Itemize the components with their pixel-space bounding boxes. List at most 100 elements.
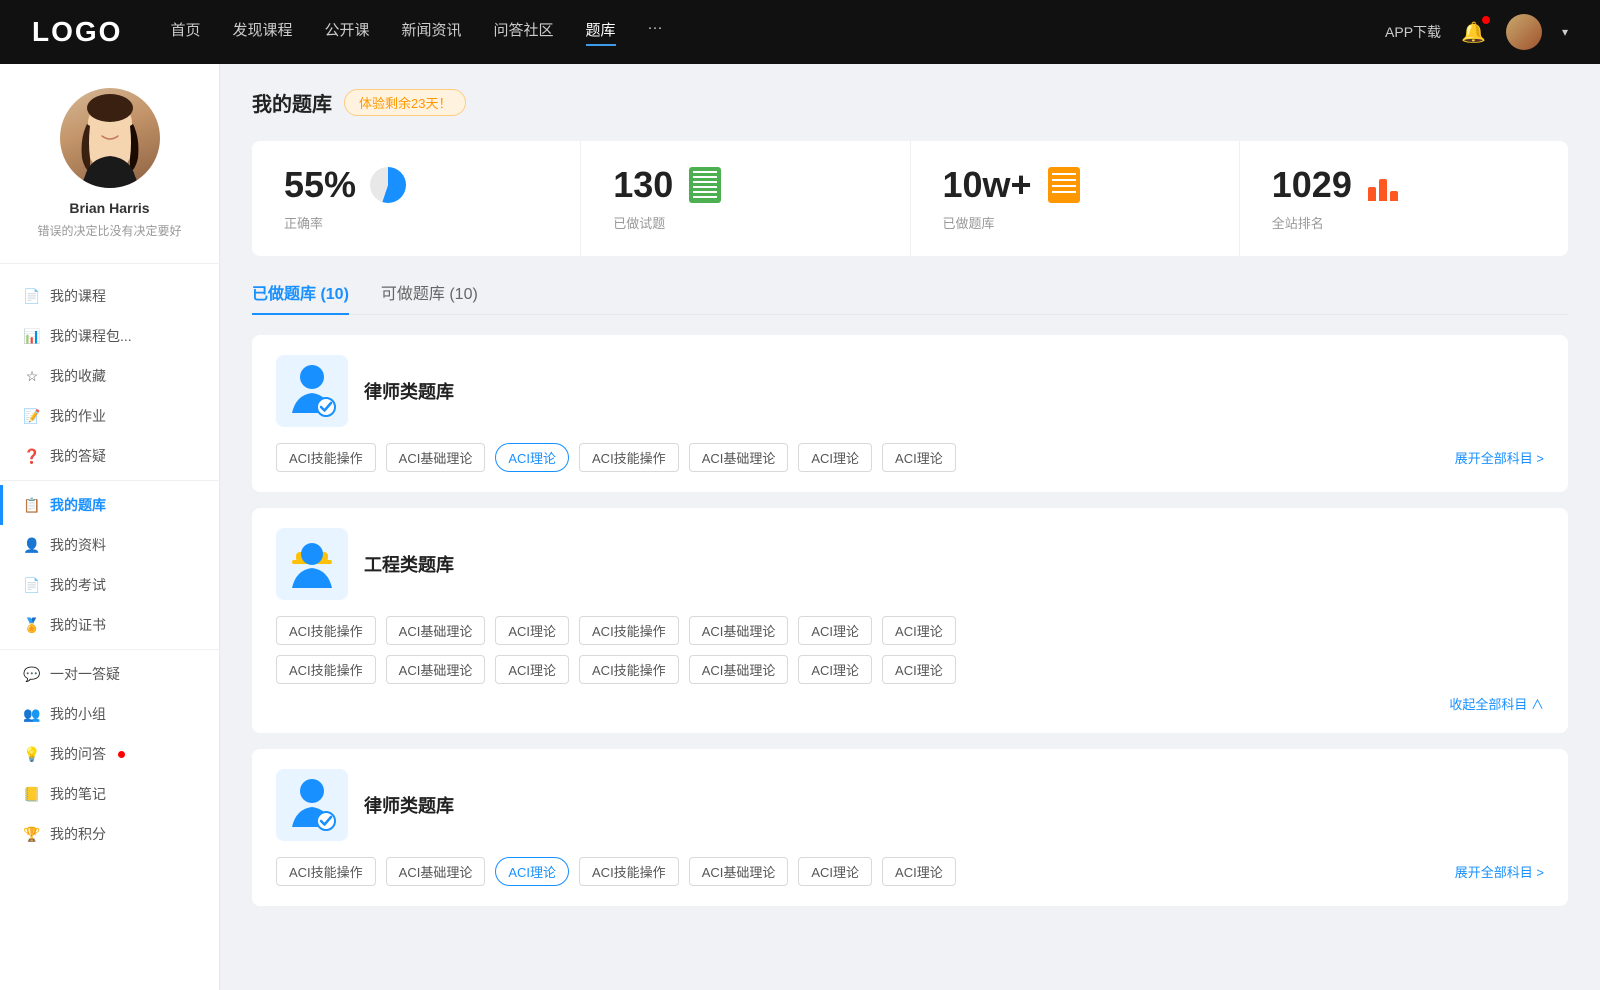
nav-discover[interactable]: 发现课程 (232, 19, 292, 46)
tag-eng-2-6[interactable]: ACI理论 (882, 655, 956, 684)
sidebar-item-profile[interactable]: 👤 我的资料 (0, 525, 219, 565)
expand-link-lawyer-2[interactable]: 展开全部科目 > (1455, 862, 1544, 881)
nav-news[interactable]: 新闻资讯 (402, 19, 462, 46)
stat-value-banks: 10w+ (943, 167, 1032, 203)
chevron-down-icon[interactable]: ▾ (1562, 25, 1568, 39)
tag-eng-2-5[interactable]: ACI理论 (798, 655, 872, 684)
stat-label-banks: 已做题库 (943, 213, 1207, 232)
list-icon (1044, 165, 1084, 205)
tag-eng-1-0[interactable]: ACI技能操作 (276, 616, 376, 645)
divider-1 (0, 480, 219, 481)
qa-icon: 💡 (24, 746, 40, 762)
sidebar-item-questions[interactable]: ❓ 我的答疑 (0, 436, 219, 476)
tag-eng-1-6[interactable]: ACI理论 (882, 616, 956, 645)
stat-done-banks: 10w+ 已做题库 (911, 141, 1240, 256)
tag-eng-2-2[interactable]: ACI理论 (495, 655, 569, 684)
person-icon: 👤 (24, 537, 40, 553)
qbank-title-lawyer-2: 律师类题库 (364, 792, 454, 818)
tab-done-banks[interactable]: 已做题库 (10) (252, 280, 349, 314)
tag-lawyer-2-6[interactable]: ACI理论 (882, 857, 956, 886)
tag-lawyer-2-3[interactable]: ACI技能操作 (579, 857, 679, 886)
sidebar-item-course-packages[interactable]: 📊 我的课程包... (0, 316, 219, 356)
stat-done-questions: 130 已做试题 (581, 141, 910, 256)
navbar: LOGO 首页 发现课程 公开课 新闻资讯 问答社区 题库 ··· APP下载 … (0, 0, 1600, 64)
sidebar-item-qbank[interactable]: 📋 我的题库 (0, 485, 219, 525)
group-icon: 👥 (24, 706, 40, 722)
stat-top-accuracy: 55% (284, 165, 548, 205)
logo[interactable]: LOGO (32, 16, 122, 48)
stat-value-ranking: 1029 (1272, 167, 1352, 203)
avatar[interactable] (1506, 14, 1542, 50)
grid-icon: 📋 (24, 497, 40, 513)
tag-lawyer-1-0[interactable]: ACI技能操作 (276, 443, 376, 472)
stat-top-banks: 10w+ (943, 165, 1207, 205)
stat-label-done: 已做试题 (613, 213, 877, 232)
tag-lawyer-2-5[interactable]: ACI理论 (798, 857, 872, 886)
qbank-card-engineer: 工程类题库 ACI技能操作 ACI基础理论 ACI理论 ACI技能操作 ACI基… (252, 508, 1568, 733)
sidebar-item-homework[interactable]: 📝 我的作业 (0, 396, 219, 436)
expand-link-lawyer-1[interactable]: 展开全部科目 > (1455, 448, 1544, 467)
nav-more[interactable]: ··· (648, 19, 663, 46)
tag-lawyer-1-6[interactable]: ACI理论 (882, 443, 956, 472)
stat-label-accuracy: 正确率 (284, 213, 548, 232)
sidebar-item-my-qa[interactable]: 💡 我的问答 (0, 734, 219, 774)
tags-row-lawyer-1: ACI技能操作 ACI基础理论 ACI理论 ACI技能操作 ACI基础理论 AC… (276, 443, 1544, 472)
tag-lawyer-1-3[interactable]: ACI技能操作 (579, 443, 679, 472)
tag-eng-1-1[interactable]: ACI基础理论 (386, 616, 486, 645)
sidebar-profile: Brian Harris 错误的决定比没有决定要好 (0, 88, 219, 264)
sidebar-item-tutoring[interactable]: 💬 一对一答疑 (0, 654, 219, 694)
tag-eng-2-4[interactable]: ACI基础理论 (689, 655, 789, 684)
stat-label-ranking: 全站排名 (1272, 213, 1536, 232)
tag-lawyer-2-2[interactable]: ACI理论 (495, 857, 569, 886)
bar-chart-icon (1364, 165, 1404, 205)
tab-available-banks[interactable]: 可做题库 (10) (381, 280, 478, 314)
tag-eng-1-2[interactable]: ACI理论 (495, 616, 569, 645)
stat-ranking: 1029 全站排名 (1240, 141, 1568, 256)
sidebar-item-points[interactable]: 🏆 我的积分 (0, 814, 219, 854)
tag-eng-2-1[interactable]: ACI基础理论 (386, 655, 486, 684)
navbar-right: APP下载 🔔 ▾ (1385, 14, 1568, 50)
tag-lawyer-2-0[interactable]: ACI技能操作 (276, 857, 376, 886)
sidebar-item-groups[interactable]: 👥 我的小组 (0, 694, 219, 734)
nav-home[interactable]: 首页 (170, 19, 200, 46)
app-download-button[interactable]: APP下载 (1385, 22, 1441, 42)
tag-lawyer-1-4[interactable]: ACI基础理论 (689, 443, 789, 472)
tag-lawyer-1-2[interactable]: ACI理论 (495, 443, 569, 472)
qbank-title-engineer: 工程类题库 (364, 551, 454, 577)
question-icon: ❓ (24, 448, 40, 464)
chart-icon: 📊 (24, 328, 40, 344)
stat-accuracy: 55% 正确率 (252, 141, 581, 256)
tag-eng-1-3[interactable]: ACI技能操作 (579, 616, 679, 645)
note-icon: 📒 (24, 786, 40, 802)
tag-eng-1-4[interactable]: ACI基础理论 (689, 616, 789, 645)
qbank-card-lawyer-1: 律师类题库 ACI技能操作 ACI基础理论 ACI理论 ACI技能操作 ACI基… (252, 335, 1568, 492)
tag-eng-1-5[interactable]: ACI理论 (798, 616, 872, 645)
avatar-image (60, 88, 160, 188)
qbank-icon-lawyer (276, 355, 348, 427)
sidebar-item-exams[interactable]: 📄 我的考试 (0, 565, 219, 605)
sidebar-item-certificates[interactable]: 🏅 我的证书 (0, 605, 219, 645)
tag-eng-2-0[interactable]: ACI技能操作 (276, 655, 376, 684)
sidebar-item-favorites[interactable]: ☆ 我的收藏 (0, 356, 219, 396)
page-title: 我的题库 (252, 88, 332, 117)
tag-lawyer-2-1[interactable]: ACI基础理论 (386, 857, 486, 886)
tag-lawyer-2-4[interactable]: ACI基础理论 (689, 857, 789, 886)
tag-lawyer-1-5[interactable]: ACI理论 (798, 443, 872, 472)
user-motto: 错误的决定比没有决定要好 (16, 222, 203, 239)
nav-question-bank[interactable]: 题库 (586, 19, 616, 46)
nav-qa[interactable]: 问答社区 (494, 19, 554, 46)
sidebar-item-courses[interactable]: 📄 我的课程 (0, 276, 219, 316)
divider-2 (0, 649, 219, 650)
collapse-link-engineer[interactable]: 收起全部科目 ∧ (276, 694, 1544, 713)
notification-bell[interactable]: 🔔 (1461, 20, 1486, 45)
tag-eng-2-3[interactable]: ACI技能操作 (579, 655, 679, 684)
pie-chart-icon (368, 165, 408, 205)
chat-icon: 💬 (24, 666, 40, 682)
nav-open-course[interactable]: 公开课 (324, 19, 369, 46)
doc-icon: 📄 (24, 577, 40, 593)
main-container: Brian Harris 错误的决定比没有决定要好 📄 我的课程 📊 我的课程包… (0, 64, 1600, 990)
tag-lawyer-1-1[interactable]: ACI基础理论 (386, 443, 486, 472)
sidebar-item-notes[interactable]: 📒 我的笔记 (0, 774, 219, 814)
qbank-card-lawyer-2: 律师类题库 ACI技能操作 ACI基础理论 ACI理论 ACI技能操作 ACI基… (252, 749, 1568, 906)
content-area: 我的题库 体验剩余23天！ 55% 正确率 130 (220, 64, 1600, 990)
